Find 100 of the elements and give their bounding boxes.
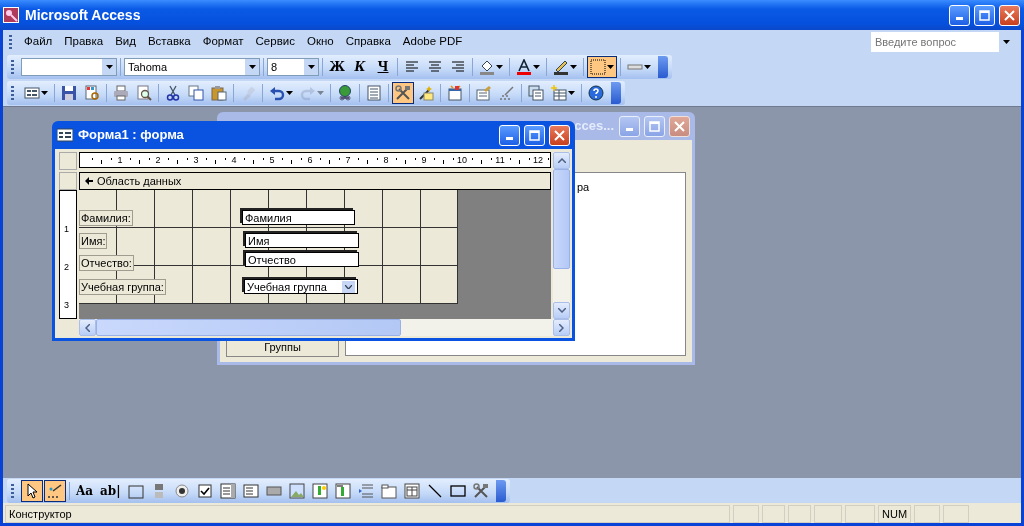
- brush-icon: [240, 85, 256, 101]
- ruler-number: 3: [193, 154, 199, 167]
- list-document-icon: [366, 85, 382, 101]
- menu-item[interactable]: Правка: [58, 31, 110, 53]
- field-label[interactable]: Имя:: [79, 233, 108, 249]
- dotted-border-icon: [590, 59, 606, 75]
- toolbox-tool[interactable]: Aa: [73, 479, 97, 502]
- menu-item[interactable]: Окно: [300, 31, 340, 53]
- toolbox-tool[interactable]: ab|: [97, 479, 124, 502]
- wizard-wand-icon: [47, 482, 63, 499]
- hammer-wrench-icon: [472, 482, 489, 499]
- help-icon: [588, 85, 604, 101]
- menu-item[interactable]: Справка: [339, 31, 397, 53]
- status-panel: [788, 505, 811, 523]
- align-center-icon: [427, 59, 443, 75]
- document-search-icon: [84, 85, 100, 101]
- object-frame-icon: [311, 482, 328, 499]
- caret-icon: [607, 65, 614, 69]
- status-text: Конструктор: [5, 505, 730, 523]
- code-window-icon: [447, 85, 463, 101]
- underline-button[interactable]: Ч: [372, 56, 394, 78]
- maximize-icon: [649, 120, 660, 132]
- form-icon: [24, 85, 40, 101]
- caret-icon: [307, 65, 315, 69]
- toolbar-options-button[interactable]: [495, 479, 506, 502]
- paint-bucket-icon: [479, 59, 495, 75]
- font-color-icon: [516, 59, 532, 75]
- close-icon: [554, 129, 565, 141]
- field-label[interactable]: Фамилия:: [79, 210, 133, 226]
- close-icon: [674, 120, 685, 132]
- pointer-icon: [24, 482, 40, 499]
- ruler-number: 11: [495, 154, 505, 167]
- page-break-icon: [357, 482, 374, 499]
- scissors-icon: [165, 85, 181, 101]
- tab-control-icon: [380, 482, 397, 499]
- object-dropdown[interactable]: [21, 58, 117, 76]
- ruler-number: 8: [383, 154, 389, 167]
- text-field[interactable]: Фамилия: [242, 210, 355, 225]
- toolbox-tool[interactable]: [44, 479, 66, 502]
- vertical-scrollbar[interactable]: [553, 152, 570, 319]
- tick-square-icon: [196, 482, 213, 499]
- help-button[interactable]: [585, 82, 607, 104]
- caret-icon: [41, 91, 48, 95]
- menu-item[interactable]: Вид: [109, 31, 142, 53]
- status-panel: [914, 505, 941, 523]
- close-button[interactable]: [669, 115, 690, 137]
- ruler-number: 10: [457, 154, 467, 167]
- menu-item[interactable]: Сервис: [249, 31, 301, 53]
- help-search-field[interactable]: Введите вопрос: [871, 32, 999, 52]
- new-table-button[interactable]: [548, 82, 578, 104]
- menu-item[interactable]: Формат: [196, 31, 250, 53]
- combo-box-icon: [219, 482, 236, 499]
- font-size-dropdown[interactable]: 8: [267, 58, 319, 76]
- horizontal-scrollbar[interactable]: [79, 319, 570, 336]
- section-header[interactable]: Область данных: [79, 172, 551, 190]
- option-tool-icon: [173, 482, 190, 499]
- floppy-icon: [61, 85, 77, 101]
- menu-item[interactable]: Adobe PDF: [396, 31, 469, 53]
- window-title: cces...: [574, 117, 614, 136]
- hammer-wrench-icon: [395, 85, 411, 101]
- bold-button[interactable]: Ж: [326, 56, 348, 78]
- font-dropdown[interactable]: Tahoma: [124, 58, 260, 76]
- close-icon: [1004, 9, 1015, 21]
- wand-icon: [418, 85, 434, 101]
- new-table-icon: [551, 85, 567, 101]
- line-icon: [426, 482, 443, 499]
- caret-icon: [286, 91, 293, 95]
- ruler-number: 9: [421, 154, 427, 167]
- pen-line-icon: [553, 59, 569, 75]
- menu-item[interactable]: Вставка: [141, 31, 197, 53]
- ruler-number: 4: [231, 154, 237, 167]
- page-magnifier-icon: [136, 85, 152, 101]
- caret-icon: [317, 91, 324, 95]
- menu-item[interactable]: Файл: [18, 31, 59, 53]
- section-arrow-icon: [84, 176, 94, 186]
- toolbox-tool[interactable]: [21, 479, 43, 502]
- caret-icon: [248, 65, 256, 69]
- field-label[interactable]: Учебная группа:: [79, 279, 166, 295]
- caret-icon: [105, 65, 113, 69]
- status-panel: [943, 505, 970, 523]
- dotted-border-button[interactable]: [587, 56, 617, 78]
- ruler-number: 6: [307, 154, 313, 167]
- section-title: Область данных: [97, 173, 182, 189]
- combo-box[interactable]: Учебная группа: [244, 279, 358, 294]
- text-field[interactable]: Отчество: [245, 252, 359, 267]
- ruler-number: 3: [64, 299, 69, 312]
- database-window-button[interactable]: [525, 82, 547, 104]
- status-panel: [845, 505, 875, 523]
- ruler-number: 2: [64, 261, 69, 274]
- text-field[interactable]: Имя: [245, 233, 359, 248]
- redo-arrow-icon: [300, 85, 316, 101]
- field-label[interactable]: Отчество:: [79, 255, 134, 271]
- ruler-number: 12: [533, 154, 543, 167]
- ruler-number: 2: [155, 154, 161, 167]
- align-right-icon: [450, 59, 466, 75]
- undo-arrow-icon: [269, 85, 285, 101]
- hammer-wrench-button[interactable]: [392, 82, 414, 104]
- caret-icon: [568, 91, 575, 95]
- copy-icon: [188, 85, 204, 101]
- italic-button[interactable]: К: [349, 56, 371, 78]
